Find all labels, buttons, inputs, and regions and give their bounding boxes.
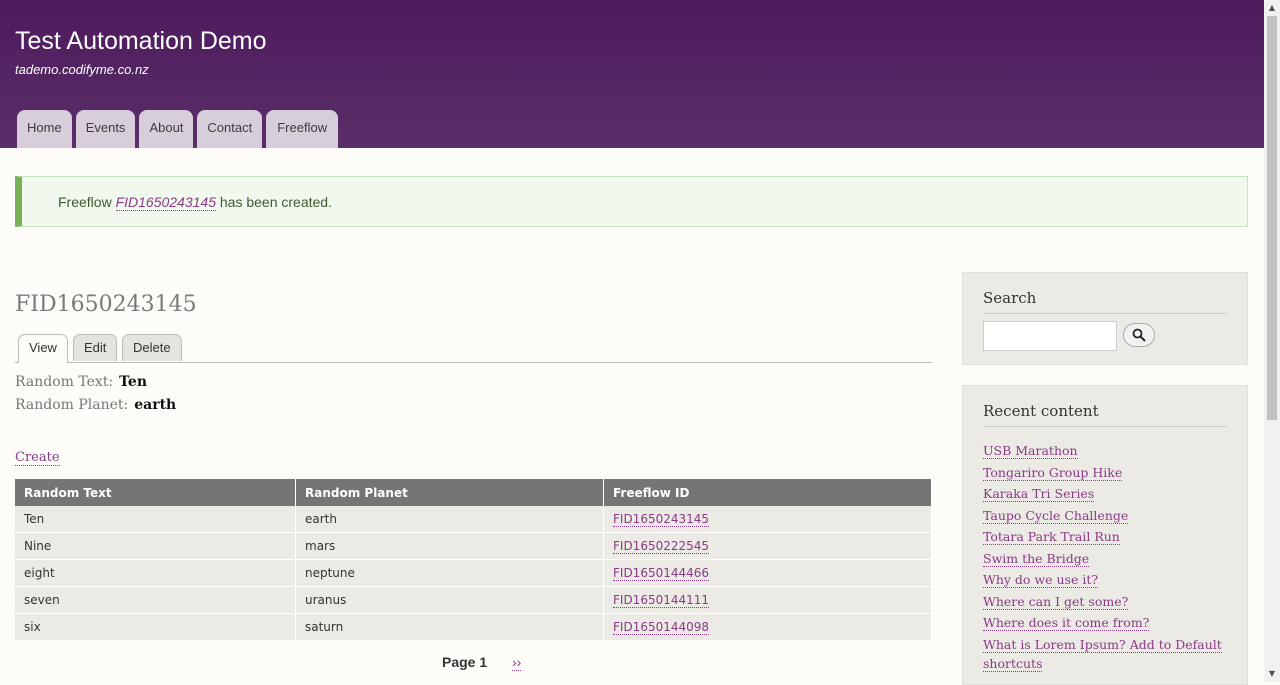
tab-edit[interactable]: Edit bbox=[73, 334, 118, 361]
recent-link[interactable]: Tongariro Group Hike bbox=[983, 464, 1123, 481]
freeflow-id-link[interactable]: FID1650144098 bbox=[613, 620, 710, 635]
site-header: Test Automation Demo tademo.codifyme.co.… bbox=[0, 0, 1264, 148]
list-item: Tongariro Group Hike bbox=[983, 463, 1227, 485]
list-item: Totara Park Trail Run bbox=[983, 527, 1227, 549]
message-node-link[interactable]: FID1650243145 bbox=[115, 194, 216, 211]
recent-content-list: USB Marathon Tongariro Group Hike Karaka… bbox=[983, 441, 1227, 675]
list-item: Where can I get some? bbox=[983, 592, 1227, 614]
scrollbar-thumb[interactable] bbox=[1267, 16, 1277, 420]
cell-random-planet: mars bbox=[295, 532, 604, 560]
recent-link[interactable]: Karaka Tri Series bbox=[983, 486, 1095, 502]
tab-view[interactable]: View bbox=[18, 334, 68, 363]
tab-delete[interactable]: Delete bbox=[122, 334, 182, 361]
recent-link[interactable]: USB Marathon bbox=[983, 443, 1078, 459]
cell-random-planet: neptune bbox=[295, 559, 604, 587]
recent-link[interactable]: Taupo Cycle Challenge bbox=[983, 507, 1129, 524]
list-item: Karaka Tri Series bbox=[983, 484, 1227, 506]
page-scrollbar[interactable]: ▲ ▼ bbox=[1264, 0, 1280, 682]
field-random-planet: Random Planet: earth bbox=[15, 397, 176, 413]
local-tasks: View Edit Delete bbox=[15, 334, 932, 363]
field-label: Random Planet: bbox=[15, 397, 129, 413]
table-row: seven uranus FID1650144111 bbox=[15, 586, 932, 614]
table-row: six saturn FID1650144098 bbox=[15, 613, 932, 641]
freeflow-id-link[interactable]: FID1650243145 bbox=[613, 512, 710, 527]
cell-random-text: Nine bbox=[15, 532, 296, 560]
recent-link[interactable]: Why do we use it? bbox=[983, 572, 1099, 588]
field-label: Random Text: bbox=[15, 374, 114, 390]
site-name[interactable]: Test Automation Demo bbox=[15, 26, 267, 56]
create-link[interactable]: Create bbox=[15, 450, 60, 466]
list-item: Taupo Cycle Challenge bbox=[983, 506, 1227, 528]
table-row: eight neptune FID1650144466 bbox=[15, 559, 932, 587]
cell-random-text: eight bbox=[15, 559, 296, 587]
recent-content-title: Recent content bbox=[983, 402, 1227, 427]
main-menu: Home Events About Contact Freeflow bbox=[17, 110, 342, 148]
recent-link[interactable]: What is Lorem Ipsum? Add to Default shor… bbox=[983, 636, 1222, 672]
pager: Page 1 ›› bbox=[442, 654, 522, 671]
list-item: Why do we use it? bbox=[983, 570, 1227, 592]
scroll-down-arrow-icon[interactable]: ▼ bbox=[1264, 666, 1280, 682]
cell-random-planet: uranus bbox=[295, 586, 604, 614]
recent-link[interactable]: Where does it come from? bbox=[983, 615, 1150, 631]
cell-random-planet: earth bbox=[295, 506, 604, 533]
cell-random-text: six bbox=[15, 613, 296, 641]
search-block-title: Search bbox=[983, 289, 1227, 314]
recent-link[interactable]: Totara Park Trail Run bbox=[983, 529, 1120, 545]
recent-link[interactable]: Swim the Bridge bbox=[983, 550, 1090, 567]
status-message: Freeflow FID1650243145 has been created. bbox=[15, 176, 1248, 227]
cell-random-text: seven bbox=[15, 586, 296, 614]
field-random-text: Random Text: Ten bbox=[15, 374, 147, 390]
freeflow-table: Random Text Random Planet Freeflow ID Te… bbox=[15, 479, 932, 641]
list-item: What is Lorem Ipsum? Add to Default shor… bbox=[983, 635, 1227, 676]
site-slogan: tademo.codifyme.co.nz bbox=[15, 62, 149, 77]
recent-link[interactable]: Where can I get some? bbox=[983, 593, 1129, 610]
table-row: Nine mars FID1650222545 bbox=[15, 532, 932, 560]
nav-events[interactable]: Events bbox=[75, 110, 136, 148]
search-button[interactable] bbox=[1123, 323, 1155, 347]
freeflow-id-link[interactable]: FID1650144466 bbox=[613, 566, 710, 581]
search-block: Search bbox=[962, 272, 1248, 365]
page-title: FID1650243145 bbox=[15, 292, 197, 317]
nav-contact[interactable]: Contact bbox=[197, 110, 263, 148]
freeflow-id-link[interactable]: FID1650144111 bbox=[613, 593, 710, 608]
cell-random-planet: saturn bbox=[295, 613, 604, 641]
list-item: Where does it come from? bbox=[983, 613, 1227, 635]
column-header[interactable]: Freeflow ID bbox=[603, 479, 932, 506]
magnifier-icon bbox=[1132, 328, 1146, 342]
field-value: earth bbox=[134, 397, 177, 413]
nav-about[interactable]: About bbox=[139, 110, 194, 148]
nav-home[interactable]: Home bbox=[17, 110, 72, 148]
recent-content-block: Recent content USB Marathon Tongariro Gr… bbox=[962, 385, 1248, 685]
field-value: Ten bbox=[119, 374, 148, 390]
scroll-up-arrow-icon[interactable]: ▲ bbox=[1264, 0, 1280, 16]
list-item: USB Marathon bbox=[983, 441, 1227, 463]
pager-current: Page 1 bbox=[442, 654, 488, 670]
list-item: Swim the Bridge bbox=[983, 549, 1227, 571]
message-suffix: has been created. bbox=[219, 194, 332, 210]
message-prefix: Freeflow bbox=[58, 194, 112, 210]
search-input[interactable] bbox=[983, 321, 1117, 351]
pager-next[interactable]: ›› bbox=[512, 654, 522, 671]
column-header[interactable]: Random Planet bbox=[295, 479, 604, 506]
freeflow-id-link[interactable]: FID1650222545 bbox=[613, 539, 710, 554]
cell-random-text: Ten bbox=[15, 506, 296, 533]
column-header[interactable]: Random Text bbox=[15, 479, 296, 506]
nav-freeflow[interactable]: Freeflow bbox=[266, 110, 339, 148]
table-row: Ten earth FID1650243145 bbox=[15, 506, 932, 533]
